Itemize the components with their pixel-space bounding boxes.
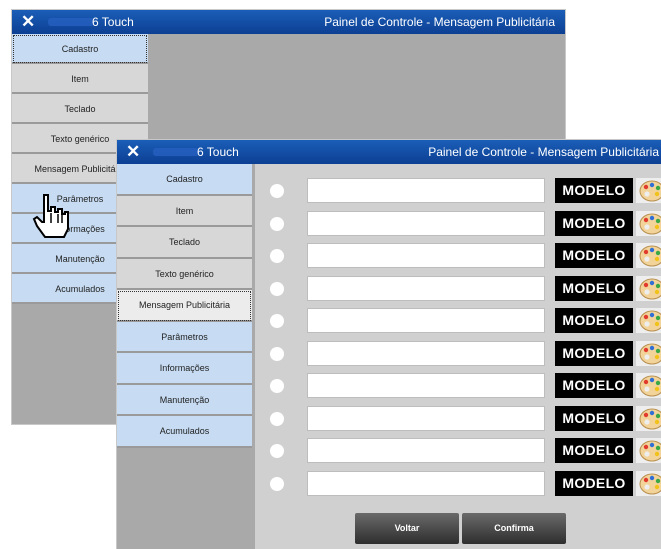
message-text-field[interactable]: [307, 340, 545, 366]
modelo-button[interactable]: MODELO: [555, 178, 633, 203]
modelo-button[interactable]: MODELO: [555, 275, 633, 301]
window-title: Painel de Controle - Mensagem Publicitár…: [324, 15, 555, 29]
sidebar-item-item[interactable]: Item: [12, 64, 148, 94]
message-text-field[interactable]: [307, 470, 545, 496]
brand-logo: [153, 148, 199, 156]
close-icon[interactable]: ✕: [126, 142, 140, 162]
message-radio[interactable]: [270, 411, 284, 426]
sidebar-item-texto-generico[interactable]: Texto genérico: [117, 258, 252, 290]
palette-icon[interactable]: [636, 178, 661, 203]
back-titlebar: ✕ 6 Touch Painel de Controle - Mensagem …: [12, 10, 565, 34]
brand-logo: [48, 18, 94, 26]
modelo-button[interactable]: MODELO: [555, 210, 633, 236]
message-radio[interactable]: [270, 476, 284, 491]
sidebar-item-informacoes[interactable]: Informações: [117, 353, 252, 385]
sidebar-item-acumulados[interactable]: Acumulados: [117, 416, 252, 448]
modelo-button[interactable]: MODELO: [555, 470, 633, 496]
modelo-button[interactable]: MODELO: [555, 340, 633, 366]
palette-icon[interactable]: [636, 210, 661, 236]
message-text-field[interactable]: [307, 438, 545, 463]
message-text-field[interactable]: [307, 243, 545, 268]
modelo-button[interactable]: MODELO: [555, 373, 633, 398]
app-name: 6 Touch: [92, 15, 134, 29]
sidebar-item-parametros[interactable]: Parâmetros: [117, 321, 252, 353]
hand-pointer-cursor-icon: [32, 194, 69, 238]
message-radio[interactable]: [270, 346, 284, 361]
message-text-field[interactable]: [307, 308, 545, 333]
message-text-field[interactable]: [307, 373, 545, 398]
palette-icon[interactable]: [636, 308, 661, 333]
sidebar-item-cadastro[interactable]: Cadastro: [12, 34, 148, 64]
message-text-field[interactable]: [307, 210, 545, 236]
voltar-button[interactable]: Voltar: [355, 513, 459, 544]
sidebar-item-teclado[interactable]: Teclado: [12, 94, 148, 124]
palette-icon[interactable]: [636, 373, 661, 398]
sidebar-item-cadastro[interactable]: Cadastro: [117, 164, 252, 196]
message-text-field[interactable]: [307, 405, 545, 431]
modelo-button[interactable]: MODELO: [555, 308, 633, 333]
front-window: ✕ 6 Touch Painel de Controle - Mensagem …: [117, 140, 661, 549]
modelo-button[interactable]: MODELO: [555, 405, 633, 431]
message-radio[interactable]: [270, 216, 284, 231]
message-radio[interactable]: [270, 314, 284, 328]
window-title: Painel de Controle - Mensagem Publicitár…: [428, 145, 659, 159]
palette-icon[interactable]: [636, 438, 661, 463]
app-name: 6 Touch: [197, 145, 239, 159]
sidebar-item-item[interactable]: Item: [117, 195, 252, 227]
confirma-button[interactable]: Confirma: [462, 513, 566, 544]
palette-icon[interactable]: [636, 470, 661, 496]
message-radio[interactable]: [270, 281, 284, 296]
message-text-field[interactable]: [307, 178, 545, 203]
message-text-field[interactable]: [307, 275, 545, 301]
palette-icon[interactable]: [636, 243, 661, 268]
palette-icon[interactable]: [636, 405, 661, 431]
message-radio[interactable]: [270, 249, 284, 263]
front-sidebar-menu: Cadastro Item Teclado Texto genérico Men…: [117, 164, 252, 448]
message-radio[interactable]: [270, 184, 284, 198]
sidebar-item-teclado[interactable]: Teclado: [117, 227, 252, 259]
palette-icon[interactable]: [636, 275, 661, 301]
palette-icon[interactable]: [636, 340, 661, 366]
message-list-panel: MODELO MODELO MODELO MODELO MODELO MODEL…: [255, 164, 661, 549]
message-radio[interactable]: [270, 379, 284, 393]
modelo-button[interactable]: MODELO: [555, 438, 633, 463]
message-radio[interactable]: [270, 444, 284, 458]
close-icon[interactable]: ✕: [21, 12, 35, 32]
sidebar-item-mensagem-publicitaria[interactable]: Mensagem Publicitária: [117, 290, 252, 322]
front-titlebar: ✕ 6 Touch Painel de Controle - Mensagem …: [117, 140, 661, 164]
sidebar-item-manutencao[interactable]: Manutenção: [117, 384, 252, 416]
modelo-button[interactable]: MODELO: [555, 243, 633, 268]
